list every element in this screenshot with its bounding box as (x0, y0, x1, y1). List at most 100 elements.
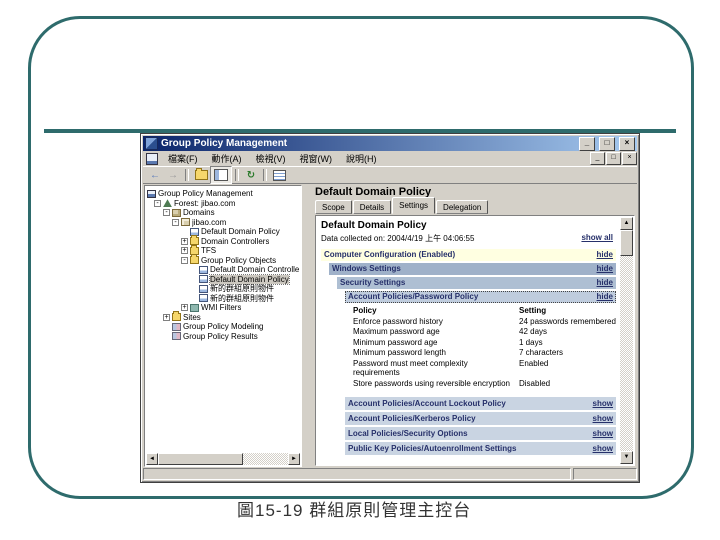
report-vertical-scrollbar[interactable]: ▲ ▼ (620, 217, 633, 464)
tree-item-domains[interactable]: - Domains (146, 208, 300, 218)
tree-item-wmi-filters[interactable]: + WMI Filters (146, 303, 300, 313)
tree-item-label: Sites (183, 312, 201, 322)
tab-delegation[interactable]: Delegation (436, 200, 489, 214)
tree-horizontal-scrollbar[interactable]: ◄ ► (146, 453, 300, 465)
tab-settings[interactable]: Settings (392, 197, 436, 214)
minimize-button[interactable]: _ (579, 136, 595, 151)
scrollbar-thumb[interactable] (158, 453, 243, 465)
tree-item-label: Group Policy Management (158, 189, 253, 199)
console-tree-pane: Group Policy Management - Forest: jibao.… (144, 185, 302, 467)
toolbar: ← → ↻ (143, 166, 637, 184)
expand-toggle[interactable]: - (163, 209, 170, 217)
tree-item-gpo[interactable]: 新的群組原則物件 (146, 294, 300, 304)
tree-item-label: jibao.com (192, 217, 227, 227)
pane-title: Default Domain Policy (315, 186, 432, 198)
console-tree-toggle-icon[interactable] (210, 166, 232, 184)
scroll-right-icon[interactable]: ► (288, 453, 300, 465)
expand-toggle[interactable]: - (154, 199, 161, 207)
scrollbar-thumb[interactable] (620, 230, 633, 256)
gpo-icon (199, 284, 208, 293)
export-list-icon[interactable] (270, 168, 288, 182)
tree: Group Policy Management - Forest: jibao.… (146, 189, 300, 452)
section-security-options: show Local Policies/Security Options (345, 427, 616, 440)
menu-item-help[interactable]: 說明(H) (339, 151, 384, 166)
forward-icon[interactable]: → (164, 168, 182, 182)
results-icon (172, 332, 181, 341)
hide-link[interactable]: hide (597, 249, 616, 261)
domains-icon (172, 208, 181, 217)
tree-item-gp-modeling[interactable]: Group Policy Modeling (146, 322, 300, 332)
setting-cell: 42 days (519, 327, 548, 336)
report-title: Default Domain Policy (321, 220, 427, 231)
menu-item-view[interactable]: 檢視(V) (249, 151, 293, 166)
tree-item-tfs[interactable]: + TFS (146, 244, 300, 256)
tree-item-gp-results[interactable]: Group Policy Results (146, 332, 300, 342)
section-label: Security Settings (340, 278, 406, 287)
show-link[interactable]: show (593, 412, 616, 425)
maximize-button[interactable]: □ (599, 136, 615, 151)
setting-cell: 24 passwords remembered (519, 316, 616, 326)
forest-icon (163, 199, 172, 208)
tree-item-gpo-container[interactable]: - Group Policy Objects (146, 254, 300, 266)
child-close-button[interactable]: × (622, 152, 637, 165)
gpo-icon (199, 275, 208, 284)
section-windows-settings: hide Windows Settings (329, 263, 616, 275)
table-header-row: Policy Setting (353, 306, 616, 316)
hide-link[interactable]: hide (597, 291, 616, 303)
scrollbar-track[interactable] (243, 453, 288, 465)
tree-item-sites[interactable]: + Sites (146, 311, 300, 323)
title-bar[interactable]: Group Policy Management _ □ × (143, 136, 637, 151)
refresh-icon[interactable]: ↻ (242, 168, 260, 182)
menu-item-window[interactable]: 視窗(W) (293, 151, 340, 166)
show-link[interactable]: show (593, 427, 616, 440)
tree-item-root[interactable]: Group Policy Management (146, 189, 300, 199)
menu-item-file[interactable]: 檔案(F) (161, 151, 205, 166)
section-security-settings: hide Security Settings (337, 277, 616, 289)
folder-icon (190, 254, 199, 265)
scroll-left-icon[interactable]: ◄ (146, 453, 158, 465)
tree-item-label: Default Domain Policy (201, 227, 280, 237)
show-link[interactable]: show (593, 442, 616, 455)
status-bar (143, 468, 637, 480)
show-all-link[interactable]: show all (581, 233, 616, 242)
hide-link[interactable]: hide (597, 277, 616, 289)
tree-item-label: Domains (183, 208, 215, 218)
expand-toggle[interactable]: - (172, 218, 179, 226)
policy-cell: Password must meet complexity requiremen… (353, 358, 468, 378)
child-minimize-button[interactable]: _ (590, 152, 605, 165)
tree-item-gpo-link[interactable]: Default Domain Policy (146, 227, 300, 237)
menu-item-action[interactable]: 動作(A) (205, 151, 249, 166)
scroll-down-icon[interactable]: ▼ (620, 451, 633, 464)
back-icon[interactable]: ← (146, 168, 164, 182)
expand-toggle[interactable]: + (181, 304, 188, 312)
expand-toggle[interactable]: + (163, 313, 170, 321)
section-label: Windows Settings (332, 264, 401, 273)
expand-toggle[interactable]: + (181, 247, 188, 255)
tab-details[interactable]: Details (352, 200, 392, 214)
tree-item-label: 新的群組原則物件 (210, 293, 274, 303)
gpmc-window: Group Policy Management _ □ × 檔案(F) 動作(A… (140, 133, 640, 483)
up-folder-icon[interactable] (192, 168, 210, 182)
collected-text: Data collected on: 2004/4/19 上午 04:06:55 (321, 234, 475, 243)
policy-cell: Maximum password age (353, 327, 440, 336)
expand-toggle[interactable]: - (181, 256, 188, 264)
tree-item-forest[interactable]: - Forest: jibao.com (146, 199, 300, 209)
close-button[interactable]: × (619, 136, 635, 151)
table-row: Maximum password age 42 days (353, 327, 616, 337)
document-glyph (272, 169, 286, 181)
scroll-up-icon[interactable]: ▲ (620, 217, 633, 230)
tree-item-gpo[interactable]: Default Domain Controlle (146, 265, 300, 275)
table-row: Minimum password age 1 days (353, 338, 616, 348)
tree-item-label: Group Policy Modeling (183, 322, 264, 332)
tree-item-domain[interactable]: - jibao.com (146, 218, 300, 228)
child-restore-button[interactable]: □ (606, 152, 621, 165)
hide-link[interactable]: hide (597, 263, 616, 275)
console-icon (147, 189, 156, 198)
expand-toggle[interactable]: + (181, 237, 188, 245)
tab-scope[interactable]: Scope (315, 200, 352, 214)
menu-bar: 檔案(F) 動作(A) 檢視(V) 視窗(W) 說明(H) _ □ × (143, 151, 637, 167)
domain-icon (181, 218, 190, 227)
tree-item-label: Default Domain Controlle (210, 265, 300, 275)
show-link[interactable]: show (593, 397, 616, 410)
tree-item-domain-controllers[interactable]: + Domain Controllers (146, 235, 300, 247)
